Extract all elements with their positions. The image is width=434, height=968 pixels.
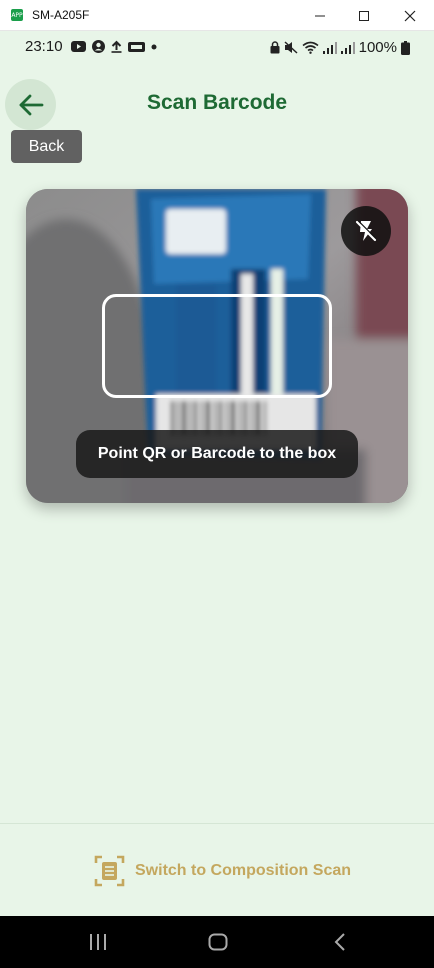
scan-target-frame [102, 294, 332, 398]
flash-off-icon [355, 220, 377, 242]
switch-composition-scan-label: Switch to Composition Scan [135, 862, 352, 879]
more-notifications-icon [151, 44, 157, 49]
composition-scan-icon [94, 855, 125, 887]
minimize-button[interactable] [297, 0, 343, 31]
wifi-icon [302, 41, 319, 54]
notification-icons [71, 40, 157, 53]
page-title: Scan Barcode [146, 91, 288, 114]
system-status-icons: 100% [270, 39, 410, 56]
bottom-action-bar: Switch to Composition Scan [0, 823, 434, 916]
camera-preview[interactable]: Point QR or Barcode to the box [26, 189, 408, 503]
youtube-icon [71, 41, 86, 52]
window-title: SM-A205F [32, 8, 90, 22]
window-titlebar: APP SM-A205F [0, 0, 434, 31]
navigation-bar [0, 916, 434, 968]
battery-percent: 100% [358, 39, 397, 56]
usb-debug-icon [128, 41, 145, 52]
recents-icon [90, 934, 106, 950]
home-button[interactable] [198, 928, 238, 956]
signal-icon-2 [340, 41, 355, 54]
close-icon [404, 10, 416, 21]
scan-hint: Point QR or Barcode to the box [76, 430, 358, 478]
lock-icon [270, 41, 280, 54]
signal-icon-1 [322, 41, 337, 54]
status-time: 23:10 [25, 38, 63, 55]
switch-composition-scan-button[interactable]: Switch to Composition Scan [94, 854, 351, 888]
home-icon [208, 933, 228, 951]
app-icon-text: APP [11, 11, 23, 19]
back-tooltip: Back [11, 130, 82, 163]
app-icon: APP [11, 9, 23, 21]
maximize-icon [359, 10, 369, 21]
recents-button[interactable] [78, 928, 118, 956]
flash-toggle-button[interactable] [341, 206, 391, 256]
upload-icon [111, 40, 122, 53]
account-icon [92, 40, 105, 53]
nav-back-icon [334, 933, 345, 951]
minimize-icon [315, 15, 325, 16]
nav-back-button[interactable] [320, 928, 360, 956]
battery-icon [401, 40, 410, 55]
close-button[interactable] [387, 0, 433, 31]
mute-icon [284, 41, 298, 54]
maximize-button[interactable] [341, 0, 387, 31]
status-bar: 23:10 100% [0, 31, 434, 61]
